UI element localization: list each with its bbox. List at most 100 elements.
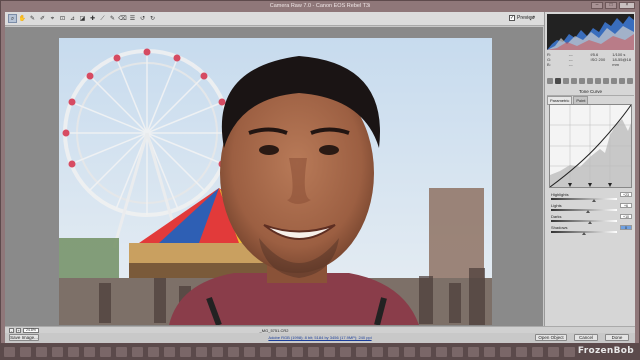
taskbar-app-icon[interactable] — [164, 347, 175, 357]
spot-removal-tool-icon[interactable]: ◪ — [78, 14, 87, 23]
info-row-b: B: --- — [547, 62, 573, 67]
taskbar: FrozenBob — [0, 344, 640, 360]
presets-panel-icon[interactable] — [611, 78, 617, 84]
exif-info: R: --- f/5.6 1/100 s G: --- ISO 200 18-55@18 m… — [547, 52, 634, 76]
taskbar-app-icon[interactable] — [116, 347, 127, 357]
taskbar-app-icon[interactable] — [484, 347, 495, 357]
watermark: FrozenBob — [577, 346, 634, 356]
trash-icon[interactable]: ⌫ — [118, 14, 127, 23]
open-object-button[interactable]: Open Object — [535, 334, 567, 341]
taskbar-app-icon[interactable] — [308, 347, 319, 357]
slider-highlights[interactable]: Highlights +23 — [549, 192, 632, 202]
lights-track[interactable] — [551, 209, 617, 211]
cancel-button[interactable]: Cancel — [574, 334, 598, 341]
graduated-filter-icon[interactable]: ✎ — [108, 14, 117, 23]
minimize-button[interactable]: – — [591, 2, 603, 9]
highlights-track[interactable] — [551, 198, 617, 200]
targeted-adjustment-tool-icon[interactable]: ⌖ — [48, 14, 57, 23]
taskbar-app-icon[interactable] — [212, 347, 223, 357]
zoom-tool-icon[interactable]: ⌕ — [8, 14, 17, 23]
taskbar-app-icon[interactable] — [260, 347, 271, 357]
slider-shadows[interactable]: Shadows 0 — [549, 225, 632, 235]
taskbar-app-icon[interactable] — [548, 347, 559, 357]
taskbar-app-icon[interactable] — [228, 347, 239, 357]
tone-curve-svg — [549, 104, 632, 188]
close-button[interactable]: × — [619, 2, 635, 9]
lights-value[interactable]: +6 — [620, 203, 632, 208]
taskbar-app-icon[interactable] — [84, 347, 95, 357]
slider-lights[interactable]: Lights +6 — [549, 203, 632, 213]
image-canvas[interactable] — [5, 27, 543, 326]
taskbar-items — [4, 347, 575, 357]
taskbar-app-icon[interactable] — [36, 347, 47, 357]
panel-title: Tone Curve — [547, 88, 634, 96]
shadows-value[interactable]: 0 — [620, 225, 632, 230]
crop-tool-icon[interactable]: ⊡ — [58, 14, 67, 23]
rotate-left-icon[interactable]: ↺ — [138, 14, 147, 23]
done-button[interactable]: Done — [605, 334, 629, 341]
fullscreen-icon[interactable]: ⤢ — [530, 15, 535, 23]
taskbar-app-icon[interactable] — [292, 347, 303, 357]
basic-panel-icon[interactable] — [547, 78, 553, 84]
panel-menu-icon[interactable] — [627, 78, 633, 84]
color-sampler-tool-icon[interactable]: ✐ — [38, 14, 47, 23]
taskbar-app-icon[interactable] — [420, 347, 431, 357]
histogram-graph — [547, 16, 634, 50]
detail-panel-icon[interactable] — [563, 78, 569, 84]
status-bar: - + 24.8% _MG_5751.CR2 — [5, 326, 635, 333]
tone-curve-panel-icon[interactable] — [555, 78, 561, 84]
taskbar-app-icon[interactable] — [404, 347, 415, 357]
taskbar-app-icon[interactable] — [532, 347, 543, 357]
split-toning-panel-icon[interactable] — [579, 78, 585, 84]
taskbar-app-icon[interactable] — [564, 347, 575, 357]
taskbar-app-icon[interactable] — [356, 347, 367, 357]
taskbar-app-icon[interactable] — [244, 347, 255, 357]
taskbar-app-icon[interactable] — [436, 347, 447, 357]
hsl-panel-icon[interactable] — [571, 78, 577, 84]
window-controls: – □ × — [591, 2, 635, 9]
highlights-value[interactable]: +23 — [620, 192, 632, 197]
taskbar-app-icon[interactable] — [452, 347, 463, 357]
taskbar-app-icon[interactable] — [100, 347, 111, 357]
effects-panel-icon[interactable] — [595, 78, 601, 84]
white-balance-tool-icon[interactable]: ✎ — [28, 14, 37, 23]
taskbar-app-icon[interactable] — [324, 347, 335, 357]
taskbar-app-icon[interactable] — [196, 347, 207, 357]
taskbar-app-icon[interactable] — [516, 347, 527, 357]
taskbar-app-icon[interactable] — [20, 347, 31, 357]
slider-darks[interactable]: Darks +10 — [549, 214, 632, 224]
tool-list: ⌕ ✋ ✎ ✐ ⌖ ⊡ ⊿ ◪ ✚ ⟋ ✎ ⌫ ☰ ↺ ↻ — [8, 14, 157, 23]
taskbar-app-icon[interactable] — [340, 347, 351, 357]
darks-track[interactable] — [551, 220, 617, 222]
taskbar-app-icon[interactable] — [372, 347, 383, 357]
camera-raw-window: Camera Raw 7.0 - Canon EOS Rebel T3i – □… — [0, 0, 640, 344]
maximize-button[interactable]: □ — [605, 2, 617, 9]
adjustment-brush-icon[interactable]: ⟋ — [98, 14, 107, 23]
straighten-tool-icon[interactable]: ⊿ — [68, 14, 77, 23]
taskbar-app-icon[interactable] — [148, 347, 159, 357]
taskbar-app-icon[interactable] — [388, 347, 399, 357]
snapshots-panel-icon[interactable] — [619, 78, 625, 84]
camera-calibration-panel-icon[interactable] — [603, 78, 609, 84]
histogram — [547, 14, 634, 50]
rotate-right-icon[interactable]: ↻ — [148, 14, 157, 23]
lens-corrections-panel-icon[interactable] — [587, 78, 593, 84]
taskbar-app-icon[interactable] — [180, 347, 191, 357]
taskbar-app-icon[interactable] — [500, 347, 511, 357]
taskbar-app-icon[interactable] — [52, 347, 63, 357]
taskbar-app-icon[interactable] — [4, 347, 15, 357]
preferences-icon[interactable]: ☰ — [128, 14, 137, 23]
taskbar-app-icon[interactable] — [132, 347, 143, 357]
tone-curve-graph[interactable] — [549, 104, 632, 188]
taskbar-app-icon[interactable] — [276, 347, 287, 357]
portrait-photo-image — [59, 38, 492, 325]
darks-value[interactable]: +10 — [620, 214, 632, 219]
red-eye-tool-icon[interactable]: ✚ — [88, 14, 97, 23]
preview-checkbox[interactable]: ✓ — [509, 15, 515, 21]
adjustment-panel: R: --- f/5.6 1/100 s G: --- ISO 200 18-55@18 m… — [544, 12, 635, 326]
preview-photo[interactable] — [59, 38, 492, 325]
tool-bar: ⌕ ✋ ✎ ✐ ⌖ ⊡ ⊿ ◪ ✚ ⟋ ✎ ⌫ ☰ ↺ ↻ ✓ Preview … — [5, 12, 635, 26]
taskbar-app-icon[interactable] — [68, 347, 79, 357]
taskbar-app-icon[interactable] — [468, 347, 479, 357]
hand-tool-icon[interactable]: ✋ — [18, 14, 27, 23]
